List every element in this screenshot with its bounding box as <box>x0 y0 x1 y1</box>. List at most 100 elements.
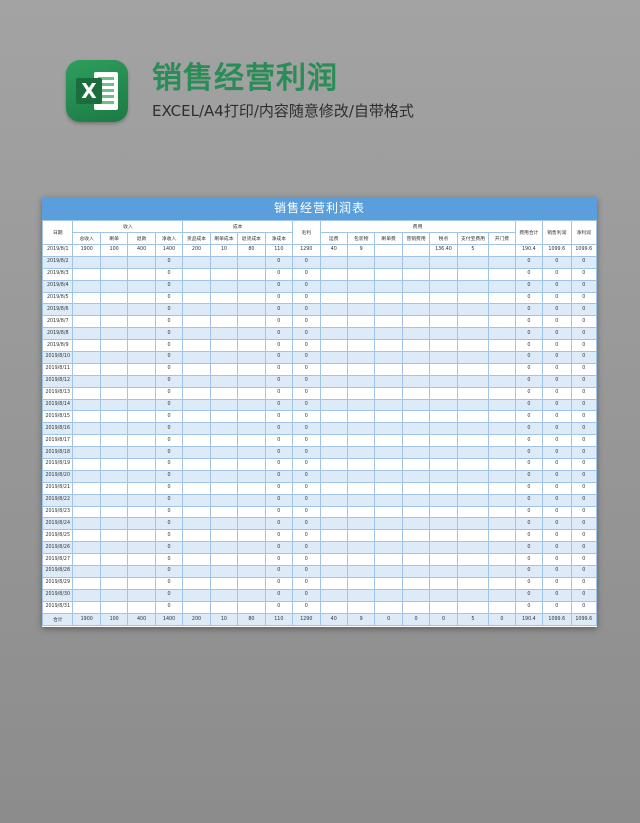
table-cell <box>319 303 348 317</box>
table-cell <box>456 303 490 317</box>
date-cell: 2019/8/4 <box>41 279 74 293</box>
table-cell <box>209 267 239 281</box>
table-cell <box>209 351 239 364</box>
table-cell: 0 <box>514 339 544 353</box>
table-row: 2019/8/5 0 0 0 0 0 0 <box>41 291 598 305</box>
table-cell <box>346 386 376 400</box>
table-cell <box>319 588 348 602</box>
table-cell: 0 <box>292 398 321 412</box>
table-cell <box>182 410 211 424</box>
table-cell <box>99 588 129 602</box>
subheader-expense: 开门费 <box>488 232 516 245</box>
subheader-expense: 运费 <box>319 232 348 245</box>
table-cell <box>237 446 266 460</box>
table-cell <box>374 458 403 471</box>
table-cell: 0 <box>542 422 572 436</box>
table-cell <box>182 517 211 531</box>
table-cell <box>127 458 156 471</box>
subheader-cost: 刷单成本 <box>209 232 239 245</box>
table-cell <box>319 529 348 543</box>
table-cell <box>209 588 239 602</box>
table-cell <box>429 481 458 495</box>
table-cell: 0 <box>154 339 184 353</box>
table-cell <box>99 303 129 317</box>
table-cell: 0 <box>542 517 572 531</box>
table-cell <box>72 386 101 400</box>
table-cell: 0 <box>292 541 321 555</box>
table-cell: 0 <box>264 505 294 519</box>
table-cell <box>237 576 266 590</box>
table-cell <box>346 565 376 578</box>
table-cell <box>182 458 211 471</box>
table-cell <box>237 315 266 329</box>
table-cell <box>209 386 239 400</box>
table-cell <box>429 529 458 543</box>
table-cell: 0 <box>264 446 294 460</box>
table-cell <box>99 553 129 567</box>
table-cell <box>374 255 403 269</box>
date-cell: 2019/8/29 <box>41 576 74 590</box>
table-cell <box>99 291 129 305</box>
table-cell <box>374 600 403 614</box>
table-cell <box>209 434 239 448</box>
table-cell <box>374 362 403 376</box>
table-cell <box>429 469 458 483</box>
table-cell <box>127 505 156 519</box>
table-cell <box>488 291 516 305</box>
table-cell: 0 <box>542 267 572 281</box>
table-cell <box>346 279 376 293</box>
date-cell: 2019/8/11 <box>41 362 74 376</box>
table-cell: 0 <box>154 493 184 507</box>
table-cell <box>429 267 458 281</box>
table-cell: 1900 <box>72 244 101 257</box>
table-cell <box>182 255 211 269</box>
table-cell <box>127 541 156 555</box>
table-cell <box>99 339 129 353</box>
table-cell <box>72 600 101 614</box>
table-cell: 0 <box>570 565 598 578</box>
total-cell: 400 <box>127 612 156 626</box>
page-title: 销售经营利润 <box>152 61 338 96</box>
table-cell <box>72 398 101 412</box>
table-cell: 0 <box>542 351 572 364</box>
table-cell <box>456 422 490 436</box>
table-cell <box>374 541 403 555</box>
table-cell <box>456 410 490 424</box>
table-cell <box>237 362 266 376</box>
table-cell <box>374 529 403 543</box>
table-cell <box>374 303 403 317</box>
table-cell <box>346 315 376 329</box>
table-cell: 0 <box>154 565 184 578</box>
table-cell <box>182 422 211 436</box>
table-row: 2019/8/2 0 0 0 0 0 0 <box>41 255 598 269</box>
table-cell <box>456 291 490 305</box>
table-cell <box>72 339 101 353</box>
table-cell: 0 <box>264 529 294 543</box>
total-cell: 10 <box>209 612 239 626</box>
table-cell <box>237 386 266 400</box>
table-cell <box>429 339 458 353</box>
table-cell: 0 <box>154 362 184 376</box>
table-cell <box>488 517 516 531</box>
table-cell <box>319 434 348 448</box>
table-cell <box>488 279 516 293</box>
table-cell <box>127 255 156 269</box>
total-cell: 80 <box>237 612 266 626</box>
subheader-income: 净收入 <box>154 232 184 245</box>
table-cell: 0 <box>570 588 598 602</box>
table-cell: 0 <box>542 374 572 388</box>
table-cell <box>346 529 376 543</box>
table-cell <box>401 291 431 305</box>
table-row: 2019/8/12 0 0 0 0 0 0 <box>41 374 598 388</box>
total-cell: 40 <box>319 612 348 626</box>
table-row: 2019/8/21 0 0 0 0 0 0 <box>41 481 598 495</box>
table-cell <box>401 600 431 614</box>
table-row: 2019/8/17 0 0 0 0 0 0 <box>41 434 598 448</box>
table-cell: 1099.6 <box>542 244 572 257</box>
table-cell <box>127 386 156 400</box>
table-cell <box>209 481 239 495</box>
table-cell: 136.40 <box>429 244 458 257</box>
table-cell <box>127 565 156 578</box>
table-cell <box>346 458 376 471</box>
table-cell: 400 <box>127 244 156 257</box>
